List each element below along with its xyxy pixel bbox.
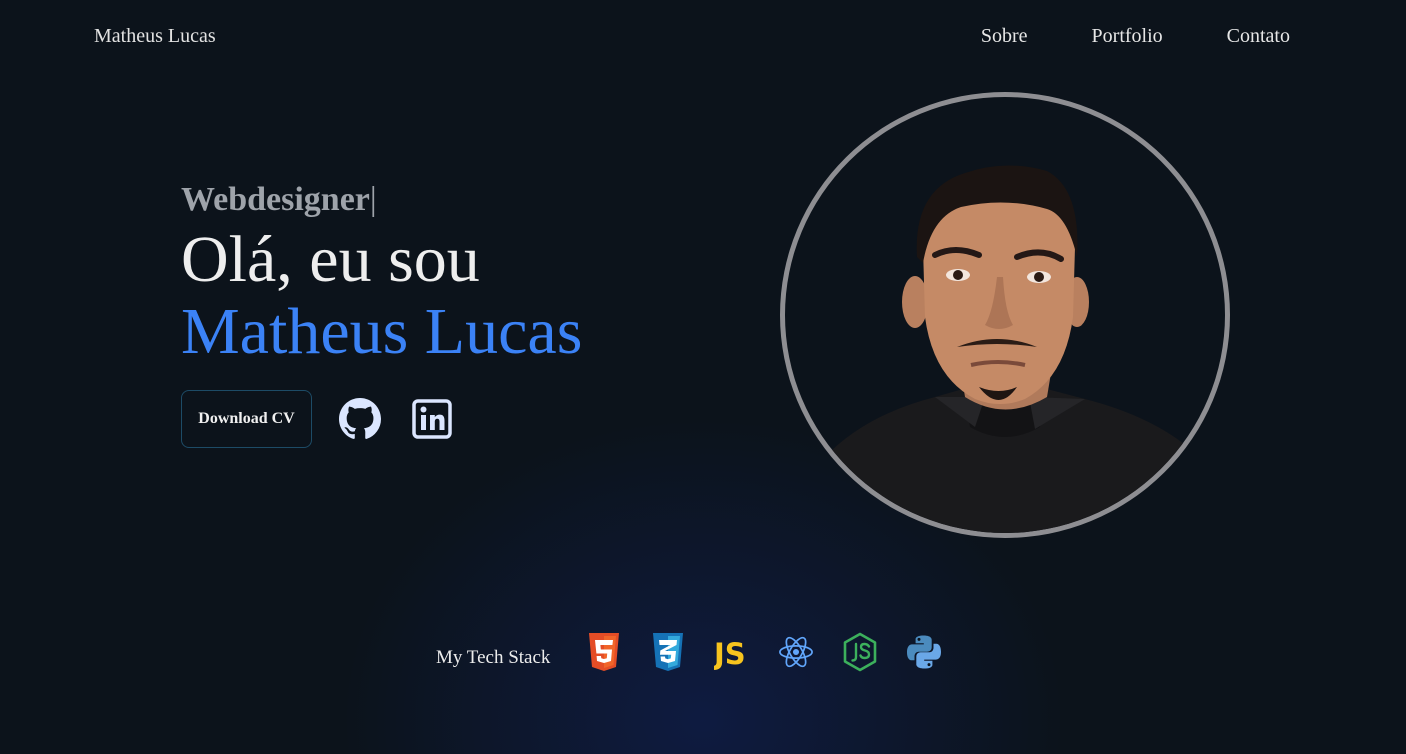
typing-caret: | <box>369 181 377 218</box>
nodejs-icon <box>842 632 878 672</box>
tech-stack-label: My Tech Stack <box>436 647 551 668</box>
javascript-icon-text: JS <box>714 637 746 670</box>
hero-actions: Download CV <box>181 390 454 448</box>
greeting-heading: Olá, eu sou <box>181 223 480 296</box>
profile-photo <box>780 92 1230 538</box>
linkedin-icon[interactable] <box>410 397 454 441</box>
react-icon <box>778 632 814 672</box>
nav-link-sobre[interactable]: Sobre <box>981 25 1028 48</box>
html5-icon <box>586 632 622 672</box>
role-text: Webdesigner <box>181 181 370 218</box>
github-icon[interactable] <box>338 397 382 441</box>
python-icon <box>906 632 942 672</box>
page: Matheus Lucas Sobre Portfolio Contato We… <box>0 0 1406 754</box>
nav-link-portfolio[interactable]: Portfolio <box>1092 25 1163 48</box>
css3-icon <box>650 632 686 672</box>
tech-stack-icons: JS <box>586 632 942 672</box>
main-nav: Sobre Portfolio Contato <box>981 25 1290 48</box>
download-cv-button[interactable]: Download CV <box>181 390 312 448</box>
role-typing-text: Webdesigner| <box>181 181 377 219</box>
nav-link-contato[interactable]: Contato <box>1227 25 1290 48</box>
hero-name: Matheus Lucas <box>181 295 583 368</box>
brand-logo-text[interactable]: Matheus Lucas <box>94 25 216 48</box>
javascript-icon: JS <box>714 632 750 672</box>
